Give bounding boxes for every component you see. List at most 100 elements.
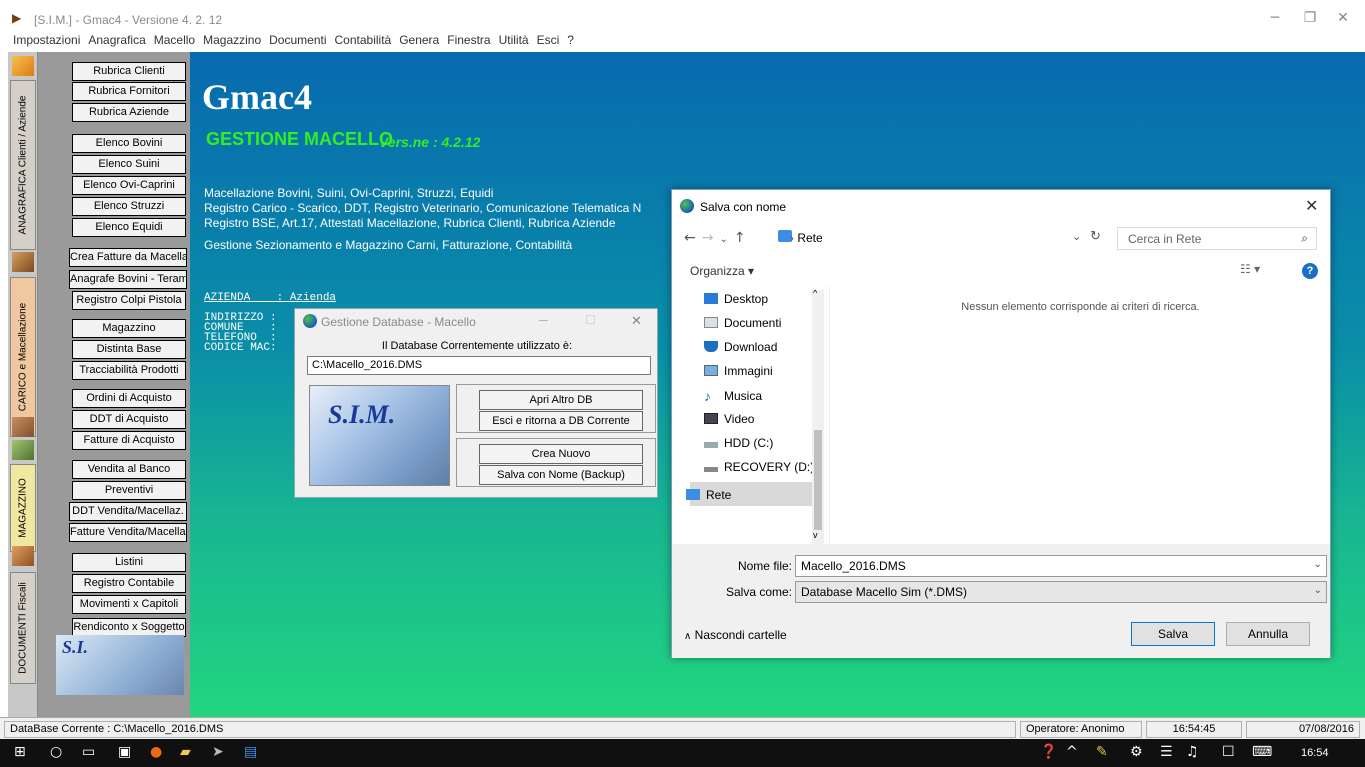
tree-item-desktop[interactable]: Desktop (704, 292, 768, 306)
chevron-down-icon[interactable]: ⌄ (1072, 230, 1081, 243)
minimize-icon[interactable]: ─ (1260, 8, 1290, 28)
create-new-button[interactable]: Crea Nuovo (479, 444, 643, 464)
btn-listini[interactable]: Listini (72, 553, 186, 572)
close-icon[interactable]: ✕ (1328, 8, 1358, 28)
search-icon[interactable]: ○ (50, 744, 62, 760)
tray-app-icon[interactable]: ✎ (1096, 744, 1108, 760)
btn-elenco-bovini[interactable]: Elenco Bovini (72, 134, 186, 153)
menu-magazzino[interactable]: Magazzino (199, 32, 265, 48)
close-icon[interactable]: ✕ (1305, 196, 1318, 215)
view-options-icon[interactable]: ☷ ▾ (1240, 262, 1260, 276)
tree-item-download[interactable]: Download (704, 340, 777, 354)
chevron-down-icon[interactable]: ⌄ (1314, 559, 1322, 570)
app-taskbar-icon[interactable]: ➤ (212, 744, 224, 760)
btn-registro-contabile[interactable]: Registro Contabile (72, 574, 186, 593)
menu-utilita[interactable]: Utilità (495, 32, 533, 48)
refresh-icon[interactable]: ↻ (1090, 228, 1101, 244)
notification-icon[interactable]: ☐ (1222, 744, 1235, 760)
tab-documenti[interactable]: DOCUMENTI Fiscali (10, 572, 36, 684)
open-other-db-button[interactable]: Apri Altro DB (479, 390, 643, 410)
cow-icon[interactable] (12, 252, 34, 272)
folder-icon[interactable]: ▰ (180, 744, 191, 760)
windows-start-icon[interactable]: ⊞ (14, 744, 26, 760)
btn-fatture-acquisto[interactable]: Fatture di Acquisto (72, 431, 186, 450)
menu-contabilita[interactable]: Contabilità (331, 32, 396, 48)
btn-elenco-suini[interactable]: Elenco Suini (72, 155, 186, 174)
chevron-down-icon[interactable]: v (813, 530, 818, 540)
menu-impostazioni[interactable]: Impostazioni (9, 32, 84, 48)
tree-scrollbar[interactable]: ^ v (812, 288, 824, 546)
btn-distinta-base[interactable]: Distinta Base (72, 340, 186, 359)
btn-ddt-acquisto[interactable]: DDT di Acquisto (72, 410, 186, 429)
menu-esci[interactable]: Esci (533, 32, 564, 48)
btn-movimenti-capitoli[interactable]: Movimenti x Capitoli (72, 595, 186, 614)
btn-ordini-acquisto[interactable]: Ordini di Acquisto (72, 389, 186, 408)
breadcrumb-rete[interactable]: Rete (797, 231, 822, 245)
tab-carico[interactable]: CARICO e Macellazione (10, 277, 36, 437)
tree-item-musica[interactable]: ♪ Musica (704, 388, 762, 404)
tab-magazzino[interactable]: MAGAZZINO (10, 464, 36, 552)
taskbar-clock[interactable]: 16:54 (1301, 747, 1329, 759)
organize-button[interactable]: Organizza ▾ (690, 264, 754, 278)
scrollbar-thumb[interactable] (814, 430, 822, 530)
btn-tracciabilita[interactable]: Tracciabilità Prodotti (72, 361, 186, 380)
btn-magazzino[interactable]: Magazzino (72, 319, 186, 338)
chevron-down-icon[interactable]: ⌄ (1314, 585, 1322, 596)
network-tray-icon[interactable]: ⚙ (1130, 744, 1143, 760)
keyboard-icon[interactable]: ⌨ (1252, 744, 1272, 760)
up-icon[interactable]: ↑ (734, 230, 752, 246)
menu-finestra[interactable]: Finestra (443, 32, 494, 48)
btn-elenco-equidi[interactable]: Elenco Equidi (72, 218, 186, 237)
menu-anagrafica[interactable]: Anagrafica (84, 32, 149, 48)
filename-field[interactable]: Macello_2016.DMS ⌄ (795, 555, 1327, 577)
tree-item-rete[interactable]: Rete (686, 488, 731, 502)
btn-ddt-vendita[interactable]: DDT Vendita/Macellaz. (69, 502, 187, 521)
search-icon[interactable]: ⌕ (1301, 231, 1308, 246)
filetype-select[interactable]: Database Macello Sim (*.DMS) ⌄ (795, 581, 1327, 603)
chevron-up-icon[interactable]: ^ (813, 288, 817, 298)
close-icon[interactable]: ✕ (631, 313, 642, 329)
picture-icon[interactable]: ▤ (244, 744, 257, 760)
save-as-backup-button[interactable]: Salva con Nome (Backup) (479, 465, 643, 485)
tab-anagrafica[interactable]: ANAGRAFICA Clienti / Aziende (10, 80, 36, 250)
wifi-icon[interactable]: ☰ (1160, 744, 1173, 760)
restore-icon[interactable]: ❐ (1295, 8, 1325, 28)
volume-icon[interactable]: ♫ (1186, 744, 1199, 760)
tree-item-hdd[interactable]: HDD (C:) (704, 436, 773, 450)
folder-icon[interactable] (12, 56, 34, 76)
btn-rubrica-clienti[interactable]: Rubrica Clienti (72, 62, 186, 81)
task-view-icon[interactable]: ▭ (82, 744, 95, 760)
btn-crea-fatture[interactable]: Crea Fatture da Macellaz. (69, 248, 187, 267)
btn-anagrafe-bovini[interactable]: Anagrafe Bovini - Teramo (69, 270, 187, 289)
minimize-icon[interactable]: ─ (539, 313, 548, 327)
menu-genera[interactable]: Genera (395, 32, 443, 48)
btn-elenco-ovicaprini[interactable]: Elenco Ovi-Caprini (72, 176, 186, 195)
tree-item-video[interactable]: Video (704, 412, 754, 426)
tree-item-recovery[interactable]: RECOVERY (D:) (704, 460, 814, 474)
chevron-up-icon[interactable]: ^ (1066, 744, 1078, 760)
tree-item-immagini[interactable]: Immagini (704, 364, 773, 378)
hide-folders-button[interactable]: ∧ Nascondi cartelle (684, 628, 787, 642)
menu-help[interactable]: ? (563, 32, 578, 48)
save-button[interactable]: Salva (1131, 622, 1215, 646)
btn-preventivi[interactable]: Preventivi (72, 481, 186, 500)
back-icon[interactable]: ← (684, 230, 702, 246)
cancel-button[interactable]: Annulla (1226, 622, 1310, 646)
help-icon[interactable]: ? (1302, 263, 1318, 279)
chevron-down-icon[interactable]: ⌄ (719, 234, 733, 245)
btn-fatture-vendita[interactable]: Fatture Vendita/Macellaz. (69, 523, 187, 542)
btn-elenco-struzzi[interactable]: Elenco Struzzi (72, 197, 186, 216)
return-current-db-button[interactable]: Esci e ritorna a DB Corrente (479, 411, 643, 431)
btn-registro-colpi[interactable]: Registro Colpi Pistola (72, 291, 186, 310)
btn-rubrica-aziende[interactable]: Rubrica Aziende (72, 103, 186, 122)
address-bar[interactable]: › Rete (790, 231, 823, 245)
help-tray-icon[interactable]: ❓ (1040, 744, 1057, 760)
menu-macello[interactable]: Macello (150, 32, 199, 48)
forward-icon[interactable]: → (702, 230, 720, 246)
store-icon[interactable]: ▣ (118, 744, 131, 760)
search-input[interactable]: Cerca in Rete ⌕ (1117, 227, 1317, 250)
menu-documenti[interactable]: Documenti (265, 32, 330, 48)
tree-item-documenti[interactable]: Documenti (704, 316, 781, 330)
chrome-icon[interactable]: ● (150, 744, 162, 760)
btn-vendita-banco[interactable]: Vendita al Banco (72, 460, 186, 479)
